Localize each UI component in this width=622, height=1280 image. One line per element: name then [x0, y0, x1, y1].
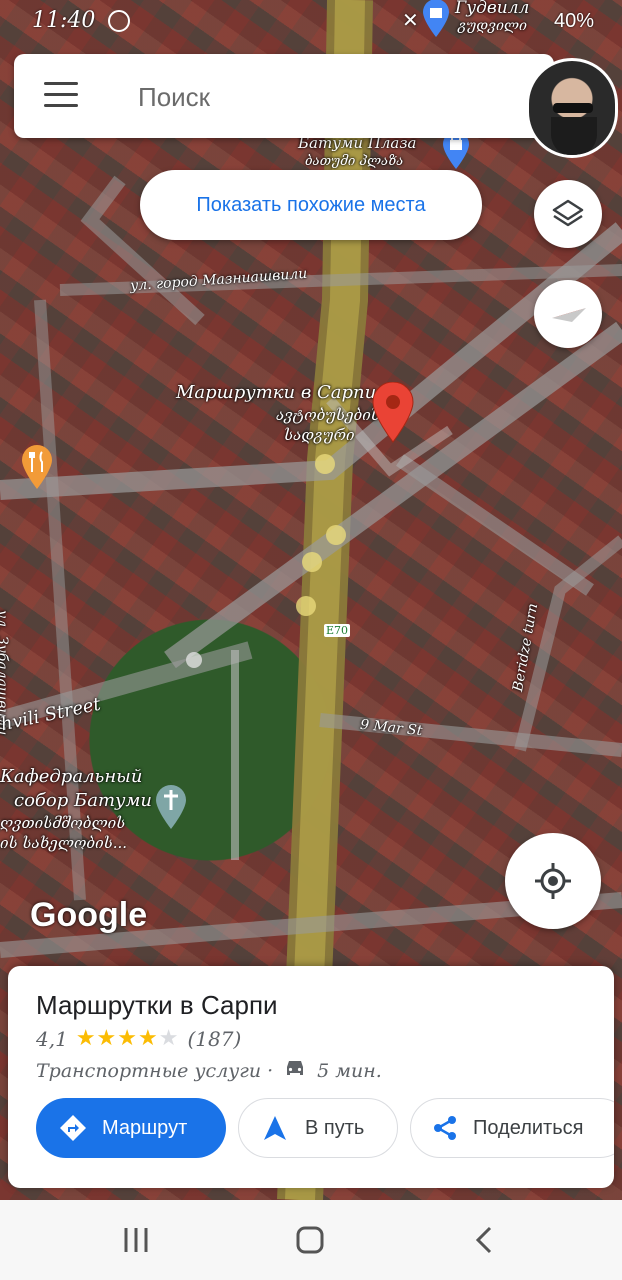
google-logo: Google [30, 896, 148, 934]
status-bar: 11:40 ✕ 40% [0, 0, 622, 40]
recent-apps-icon [124, 1228, 148, 1252]
search-bar[interactable]: Поиск [14, 54, 554, 138]
map-label-cathedral-2: собор Батуми [14, 790, 152, 811]
star-filled-icon: ★ [138, 1026, 159, 1051]
map-label-marker-geo-1: ავტობუსების [276, 406, 380, 424]
messenger-icon [108, 10, 130, 32]
map-label-cathedral-geo-2: ის სახელობის... [0, 834, 128, 852]
navigation-icon [264, 1116, 286, 1140]
recent-apps-button[interactable] [116, 1222, 156, 1258]
star-filled-icon: ★ [117, 1026, 139, 1051]
route-button-label: Маршрут [102, 1116, 188, 1139]
rating-value: 4,1 [36, 1026, 68, 1051]
compass-icon [552, 308, 586, 322]
avatar-beard [551, 117, 597, 155]
directions-icon [60, 1115, 86, 1141]
battery-level: 40% [553, 10, 594, 32]
map-label-cathedral-geo-1: ღვთისმშობლის [0, 814, 126, 832]
status-time: 11:40 [32, 8, 96, 33]
map-label-marker-title: Маршрутки в Сарпи [176, 382, 377, 403]
my-location-button[interactable] [505, 833, 601, 929]
share-icon [434, 1116, 456, 1140]
rating-stars: ★★★★★ [76, 1026, 180, 1051]
map-label-marker-geo-2: სადგური [284, 426, 355, 444]
place-card[interactable]: Маршрутки в Сарпи 4,1 ★★★★★ (187) Трансп… [8, 966, 614, 1188]
back-icon [475, 1226, 492, 1254]
place-title: Маршрутки в Сарпи [36, 990, 278, 1020]
layers-button[interactable] [534, 180, 602, 248]
share-button-label: Поделиться [473, 1116, 584, 1139]
start-navigation-button[interactable]: В путь [238, 1098, 398, 1158]
layers-icon [552, 199, 584, 227]
search-input[interactable]: Поиск [138, 82, 210, 113]
star-empty-icon: ★ [158, 1026, 180, 1051]
home-icon [296, 1226, 324, 1254]
avatar-glasses [553, 103, 593, 113]
pin-icon[interactable] [371, 382, 415, 444]
star-filled-icon: ★ [75, 1026, 97, 1051]
drive-time: 5 мин. [317, 1059, 382, 1082]
avatar[interactable] [526, 58, 618, 158]
review-count[interactable]: (187) [187, 1027, 241, 1051]
home-button[interactable] [290, 1222, 330, 1258]
map-label-batumi-plaza-geo: ბათუმი პლაზა [305, 154, 404, 169]
show-similar-places-button[interactable]: Показать похожие места [140, 170, 482, 240]
rating-row: 4,1 ★★★★★ (187) [36, 1026, 241, 1051]
car-icon [283, 1058, 307, 1083]
separator: · [267, 1059, 274, 1082]
menu-icon[interactable] [44, 82, 78, 108]
star-filled-icon: ★ [96, 1026, 118, 1051]
compass-button[interactable] [534, 280, 602, 348]
my-location-icon [535, 863, 571, 899]
back-button[interactable] [464, 1222, 504, 1258]
share-button[interactable]: Поделиться [410, 1098, 614, 1158]
mute-icon: ✕ [402, 10, 419, 32]
place-category: Транспортные услуги [36, 1059, 262, 1082]
start-navigation-label: В путь [305, 1116, 365, 1139]
system-nav-bar [0, 1200, 622, 1280]
map-label-cathedral-1: Кафедральный [0, 766, 143, 787]
place-category-row: Транспортные услуги · 5 мин. [36, 1058, 382, 1083]
map-label-road-e70: E70 [324, 624, 351, 637]
route-button[interactable]: Маршрут [36, 1098, 226, 1158]
church-icon[interactable] [154, 784, 188, 830]
restaurant-icon[interactable] [20, 444, 54, 490]
